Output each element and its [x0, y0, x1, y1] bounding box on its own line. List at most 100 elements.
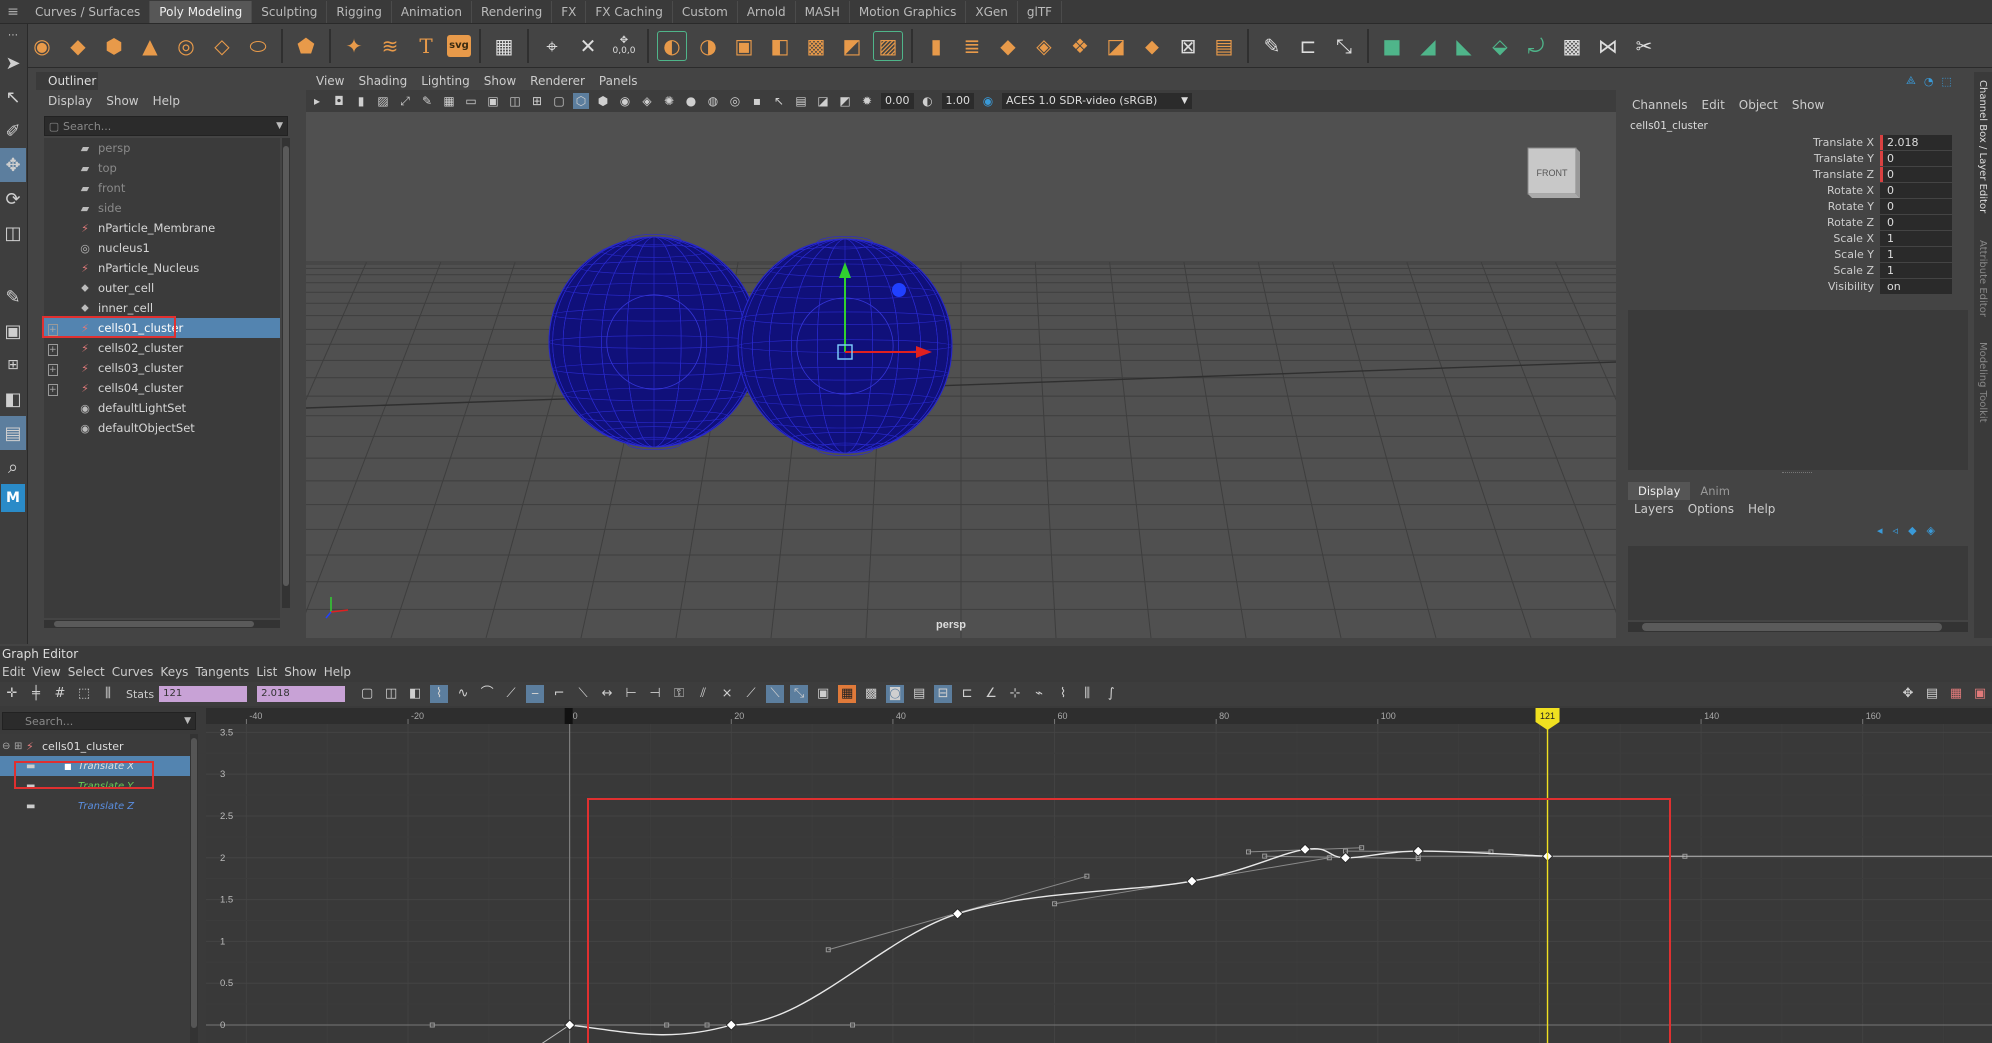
use-all-lights-icon[interactable]: ✺ — [661, 93, 677, 109]
ge-menu-edit[interactable]: Edit — [2, 665, 25, 679]
outliner-item[interactable]: + ⚡ cells03_cluster — [44, 358, 280, 378]
merge-icon[interactable]: ◪ — [1101, 31, 1131, 61]
simplify-curve-icon[interactable]: ⌇ — [1054, 685, 1072, 703]
channel-value-field[interactable]: on — [1880, 278, 1952, 294]
channel-name[interactable]: Translate X — [1630, 136, 1880, 149]
free-tangent-weight-icon[interactable]: ⊣ — [646, 685, 664, 703]
channel-row[interactable]: Visibility on — [1630, 278, 1952, 294]
tangent-display-icon[interactable]: ∠ — [982, 685, 1000, 703]
ge-menu-list[interactable]: List — [256, 665, 277, 679]
shelf-tab-mash[interactable]: MASH — [796, 0, 850, 23]
layer-menu-options[interactable]: Options — [1688, 502, 1734, 516]
extrude-icon[interactable]: ▮ — [921, 31, 951, 61]
shelf-tab-curves-surfaces[interactable]: Curves / Surfaces — [26, 0, 151, 23]
normalize-icon[interactable]: ⤡ — [790, 685, 809, 703]
clamped-tangent-icon[interactable]: ⌒ — [478, 685, 496, 703]
outliner-item[interactable]: ▰ side — [44, 198, 280, 218]
wireframe-icon[interactable]: ⬡ — [573, 93, 589, 109]
gamma-field[interactable]: 1.00 — [941, 93, 974, 109]
viewport-scene[interactable]: FRONT persp — [306, 112, 1616, 638]
flat-tangent-icon[interactable]: ⎯ — [526, 685, 545, 703]
time-snap-icon[interactable]: ▦ — [838, 685, 857, 703]
collapse-icon[interactable]: ⬥ — [1137, 31, 1167, 61]
auto-tangent-icon[interactable]: ⌇ — [430, 685, 449, 703]
viewport-menu-shading[interactable]: Shading — [358, 74, 407, 88]
cut-uv-icon[interactable]: ⋈ — [1593, 31, 1623, 61]
smooth-curve-icon[interactable]: ∫ — [1102, 685, 1120, 703]
channel-box-menu-show[interactable]: Show — [1792, 98, 1824, 112]
outliner-item[interactable]: ⚡ nParticle_Nucleus — [44, 258, 280, 278]
multicut-icon[interactable]: ⊠ — [1173, 31, 1203, 61]
isolate-select-icon[interactable]: ↖ — [771, 93, 787, 109]
shelf-tab-poly-modeling[interactable]: Poly Modeling — [150, 0, 253, 23]
view-cube[interactable]: FRONT — [1527, 147, 1580, 198]
shelf-tab-arnold[interactable]: Arnold — [738, 0, 796, 23]
resample-curve-icon[interactable]: ⫼ — [1078, 685, 1096, 703]
outliner-item[interactable]: ⚡ nParticle_Membrane — [44, 218, 280, 238]
channel-name[interactable]: Visibility — [1630, 280, 1880, 293]
outliner-item[interactable]: ◎ nucleus1 — [44, 238, 280, 258]
gate-mask-icon[interactable]: ◫ — [507, 93, 523, 109]
outliner-item[interactable]: ▰ front — [44, 178, 280, 198]
filter-icon[interactable]: ▢ — [45, 120, 63, 133]
channel-row[interactable]: Scale Y1 — [1630, 246, 1952, 262]
disc-primitive-icon[interactable]: ⬭ — [243, 31, 273, 61]
remesh-icon[interactable]: ▨ — [873, 30, 903, 61]
channel-name[interactable]: Scale X — [1630, 232, 1880, 245]
collapse-icon[interactable]: ⊖ — [2, 741, 14, 752]
center-current-time-icon[interactable]: ◧ — [406, 685, 424, 703]
outliner-menu-show[interactable]: Show — [106, 94, 138, 108]
outliner-scroll-thumb[interactable] — [283, 146, 289, 586]
bevel-icon[interactable]: ◆ — [993, 31, 1023, 61]
side-tab-attribute-editor[interactable]: Attribute Editor — [1977, 240, 1988, 317]
time-ruler[interactable] — [206, 708, 1992, 724]
swap-buffer-icon[interactable]: ⨯ — [718, 685, 736, 703]
break-tangent-icon[interactable]: ↔ — [598, 685, 616, 703]
xray-icon[interactable]: ▤ — [793, 93, 809, 109]
channel-box-menu-edit[interactable]: Edit — [1702, 98, 1725, 112]
expand-icon[interactable]: ⊞ — [14, 741, 26, 752]
append-icon[interactable]: ❖ — [1065, 31, 1095, 61]
panel-divider[interactable] — [1782, 472, 1812, 475]
2d-pan-icon[interactable]: ⤢ — [397, 93, 413, 109]
lattice-deform-icon[interactable]: # — [51, 685, 69, 703]
sew-uv-icon[interactable]: ✂ — [1629, 31, 1659, 61]
layer-tab-anim[interactable]: Anim — [1690, 482, 1740, 500]
dope-sheet-icon[interactable]: ▤ — [1923, 685, 1941, 703]
cylinder-primitive-icon[interactable]: ⬢ — [99, 31, 129, 61]
exposure-icon[interactable]: ✹ — [859, 93, 875, 109]
layer-menu-layers[interactable]: Layers — [1634, 502, 1674, 516]
default-material-icon[interactable]: ◉ — [617, 93, 633, 109]
cube-primitive-icon[interactable]: ◆ — [63, 31, 93, 61]
scale-tool-icon[interactable]: ◫ — [0, 216, 26, 250]
ge-tree-curve-row[interactable]: ▬ Translate Z — [0, 796, 190, 816]
shadows-icon[interactable]: ● — [683, 93, 699, 109]
channel-row[interactable]: Translate X 2.018 — [1630, 134, 1952, 150]
textured-icon[interactable]: ◈ — [639, 93, 655, 109]
stacked-curves-icon[interactable]: ▤ — [910, 685, 928, 703]
type-tool-icon[interactable]: T — [411, 31, 441, 61]
channel-row[interactable]: Scale Z1 — [1630, 262, 1952, 278]
absolute-view-icon[interactable]: ⊟ — [934, 685, 953, 703]
boolean-icon[interactable]: ▣ — [729, 31, 759, 61]
mirror-icon[interactable]: ◧ — [765, 31, 795, 61]
shelf-tab-motion-graphics[interactable]: Motion Graphics — [850, 0, 967, 23]
outliner-item[interactable]: ▰ persp — [44, 138, 280, 158]
xray-joints-icon[interactable]: ◪ — [815, 93, 831, 109]
reduce-icon[interactable]: ◩ — [837, 31, 867, 61]
keyframe[interactable] — [564, 1019, 576, 1031]
ge-menu-curves[interactable]: Curves — [112, 665, 154, 679]
fill-hole-icon[interactable]: ◈ — [1029, 31, 1059, 61]
channel-value-field[interactable]: 1 — [1880, 262, 1952, 278]
outliner-item[interactable]: + ⚡ cells04_cluster — [44, 378, 280, 398]
xray-active-icon[interactable]: ◩ — [837, 93, 853, 109]
pre-infinity-icon[interactable]: ⟋ — [742, 685, 760, 703]
move-layer-up-icon[interactable]: ◂ — [1877, 524, 1883, 537]
shelf-tab-fx-caching[interactable]: FX Caching — [586, 0, 673, 23]
grease-pencil-icon[interactable]: ✎ — [419, 93, 435, 109]
expand-icon[interactable]: + — [44, 361, 60, 376]
linear-tangent-icon[interactable]: ⟋ — [502, 685, 520, 703]
graph-editor-search-input[interactable]: Search... ▼ — [2, 712, 196, 730]
move-tool-icon[interactable]: ✥ — [0, 148, 26, 182]
cone-primitive-icon[interactable]: ▲ — [135, 31, 165, 61]
